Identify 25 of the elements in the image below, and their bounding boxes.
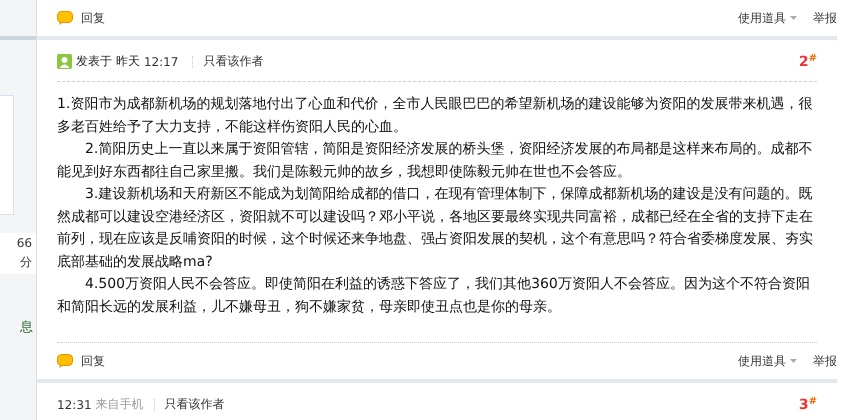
posted-label: 发表于 昨天 bbox=[76, 53, 140, 70]
post-paragraph: 2.简阳历史上一直以来属于资阳管辖，简阳是资阳经济发展的桥头堡，资阳经济发展的布局都是这样来布局的。成都不能见到好东西都往自己家里搬。我们是陈毅元帅的故乡，我想即使陈毅元帅在世也不会答应。 bbox=[57, 140, 814, 182]
stat-text: 分 bbox=[20, 254, 33, 271]
report-link[interactable]: 举报 bbox=[813, 10, 837, 26]
report-link[interactable]: 举报 bbox=[813, 352, 837, 370]
floor-number: 3$^{#}$ bbox=[798, 396, 817, 412]
only-author-link[interactable]: 只看该作者 bbox=[164, 396, 225, 413]
only-author-link[interactable]: 只看该作者 bbox=[203, 53, 264, 70]
speech-bubble-icon bbox=[57, 354, 73, 368]
reply-button[interactable]: 回复 bbox=[57, 352, 105, 370]
post-time: 12:31 bbox=[57, 398, 92, 412]
tools-menu[interactable]: 使用道具 bbox=[738, 10, 797, 26]
reply-button[interactable]: 回复 bbox=[57, 10, 105, 26]
floor-number: 2$^{#}$ bbox=[798, 54, 817, 70]
post-time: 12:17 bbox=[144, 54, 178, 68]
post-source: 来自手机 bbox=[96, 396, 144, 413]
tools-menu[interactable]: 使用道具 bbox=[738, 352, 797, 370]
sidebar-link[interactable]: 息 bbox=[20, 318, 36, 336]
post-paragraph: 1.资阳市为成都新机场的规划落地付出了心血和代价，全市人民眼巴巴的希望新机场的建设能够为资阳的发展带来机遇，很多老百姓给予了大力支持，不能这样伤资阳人民的心血。 bbox=[57, 95, 814, 136]
caret-icon bbox=[790, 359, 797, 363]
caret-icon bbox=[790, 16, 797, 20]
post-paragraph: 4.500万资阳人民不会答应。即使简阳在利益的诱惑下答应了，我们其他360万资阳人不会答应。因为这个不符合资阳和简阳长远的发展利益，儿不嫌母丑，狗不嫌家贫，母亲即使丑点也是你的母亲。 bbox=[57, 275, 811, 316]
stat-text: 66 bbox=[16, 236, 33, 250]
post-paragraph: 3.建设新机场和天府新区不能成为划简阳给成都的借口，在现有管理体制下，保障成都新机场的建设是没有问题的。既然成都可以建设空港经济区，资阳就不可以建设吗？邓小平说，各地区要最终实现共同富裕，成都已经在全省的支持下走在前列，现在应该是反哺资阳的时候，这个时候还来争地盘、强占资阳发展的契机，这个有意思吗？符合省委梯度发展、夯实底部基础的发展战略ma? bbox=[57, 185, 814, 272]
speech-bubble-icon bbox=[57, 11, 73, 25]
